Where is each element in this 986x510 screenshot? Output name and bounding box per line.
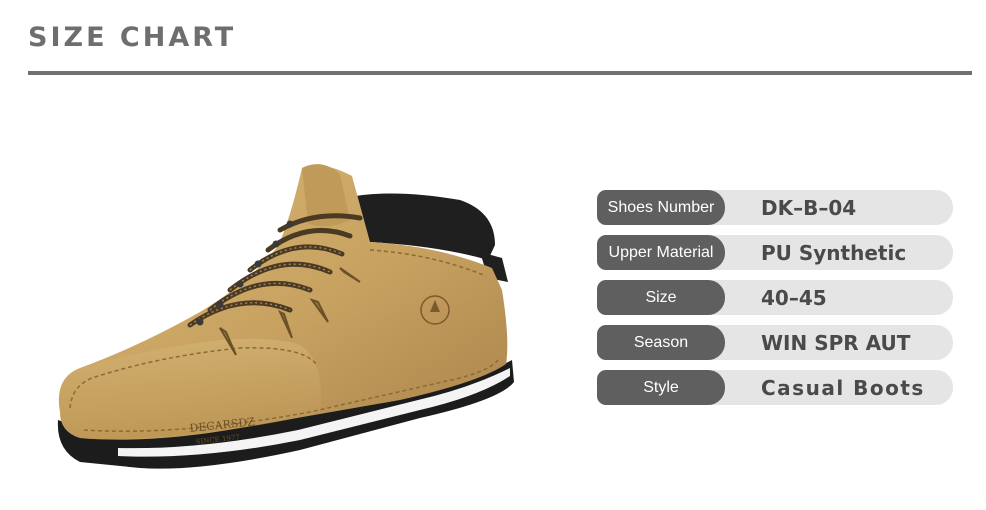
spec-label: Season: [597, 325, 725, 360]
spec-label: Style: [597, 370, 725, 405]
spec-label: Shoes Number: [597, 190, 725, 225]
spec-row-style: Style Casual Boots: [597, 370, 953, 405]
spec-value: Casual Boots: [761, 376, 925, 400]
spec-row-season: Season WIN SPR AUT: [597, 325, 953, 360]
product-image: DECARSDZ SINCE 1977: [40, 150, 530, 490]
spec-row-shoes-number: Shoes Number DK–B–04: [597, 190, 953, 225]
spec-value: WIN SPR AUT: [761, 331, 911, 355]
spec-value: PU Synthetic: [761, 241, 907, 265]
spec-table: Shoes Number DK–B–04 Upper Material PU S…: [597, 190, 953, 415]
spec-label: Upper Material: [597, 235, 725, 270]
spec-value: DK–B–04: [761, 196, 857, 220]
title-divider: [28, 71, 972, 75]
page-title: SIZE CHART: [28, 22, 237, 53]
spec-row-size: Size 40–45: [597, 280, 953, 315]
spec-label: Size: [597, 280, 725, 315]
spec-value: 40–45: [761, 286, 827, 310]
spec-row-upper-material: Upper Material PU Synthetic: [597, 235, 953, 270]
